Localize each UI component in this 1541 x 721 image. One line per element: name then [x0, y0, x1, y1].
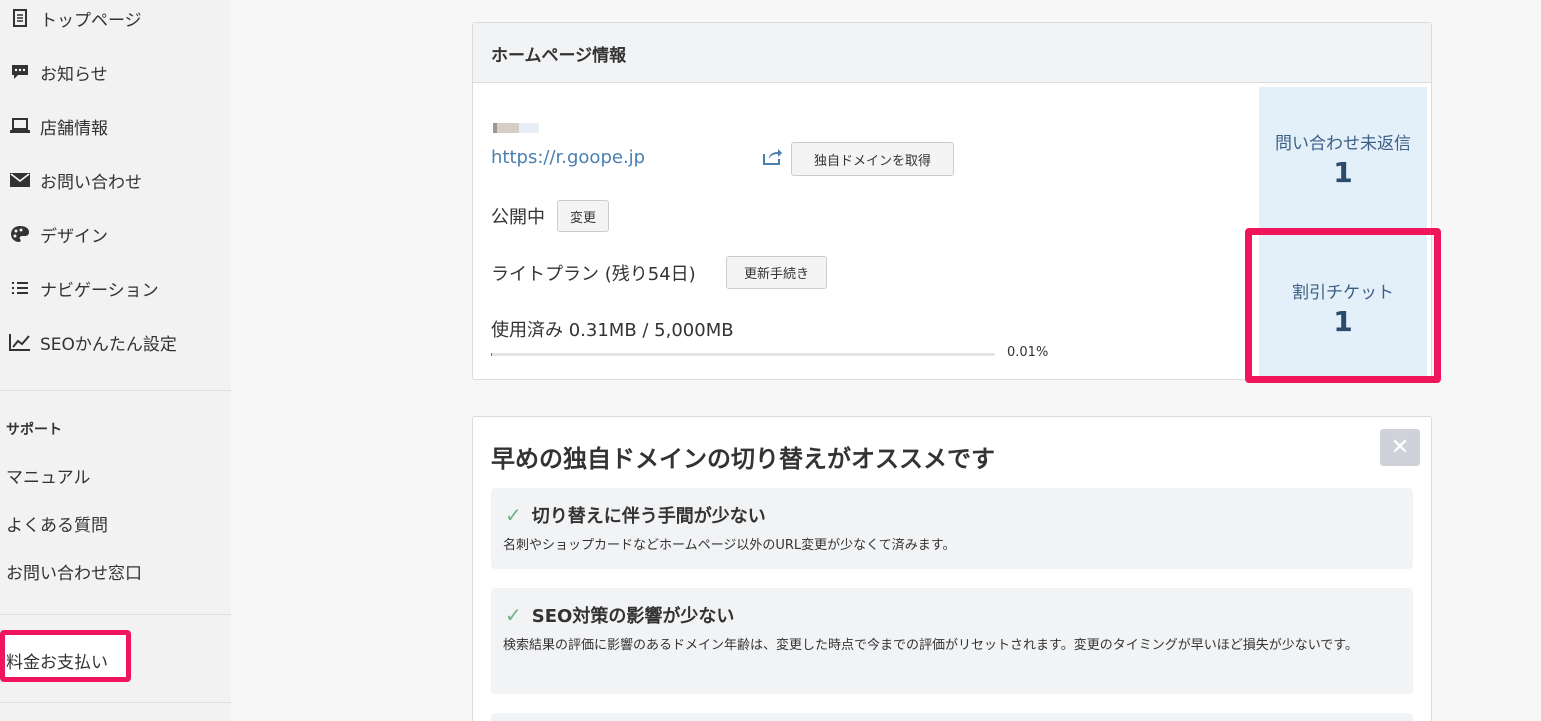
nav-item-seo-settings[interactable]: SEOかんたん設定: [8, 327, 177, 357]
stat-label: 問い合わせ未返信: [1275, 134, 1411, 154]
recommendation-card: [491, 713, 1413, 721]
laptop-icon: [8, 116, 32, 136]
storage-percent: 0.01%: [1007, 345, 1049, 360]
card-description: 名刺やショップカードなどホームページ以外のURL変更が少なくて済みます。: [503, 538, 956, 553]
palette-icon: [8, 224, 32, 244]
storage-progress-fill: [491, 353, 492, 356]
card-title-text: SEO対策の影響が少ない: [531, 606, 735, 627]
discount-ticket-stat[interactable]: 割引チケット 1: [1259, 232, 1427, 376]
stat-value: 1: [1333, 305, 1353, 338]
nav-item-navigation[interactable]: ナビゲーション: [8, 273, 159, 303]
plan-info: ライトプラン (残り54日): [491, 264, 696, 285]
nav-item-label: ナビゲーション: [40, 280, 159, 301]
sidebar-divider: [0, 390, 231, 391]
list-icon: [8, 278, 32, 298]
change-status-button[interactable]: 変更: [557, 200, 609, 232]
get-domain-button[interactable]: 独自ドメインを取得: [791, 142, 954, 176]
external-link-icon[interactable]: [763, 147, 783, 165]
nav-item-contact[interactable]: お問い合わせ: [8, 165, 142, 195]
panel-header: ホームページ情報: [473, 23, 1431, 83]
panel-title: ホームページ情報: [491, 46, 627, 66]
support-link-contact-window[interactable]: お問い合わせ窓口: [6, 559, 142, 584]
nav-item-store-info[interactable]: 店舗情報: [8, 111, 108, 141]
support-link-faq[interactable]: よくある質問: [6, 511, 108, 536]
support-section-title: サポート: [6, 422, 62, 438]
payment-link[interactable]: 料金お支払い: [6, 648, 108, 673]
storage-progress-bar: [491, 353, 995, 356]
support-link-manual[interactable]: マニュアル: [6, 463, 91, 488]
check-icon: ✓: [505, 503, 522, 527]
card-description: 検索結果の評価に影響のあるドメイン年齢は、変更した時点で今までの評価がリセットさ…: [503, 638, 1359, 653]
chat-icon: [8, 62, 32, 82]
sidebar: トップページ お知らせ 店舗情報 お問い合わせ デザイン ナビゲーション SEO…: [0, 0, 231, 721]
recommendation-title: 早めの独自ドメインの切り替えがオススメです: [491, 445, 995, 473]
storage-usage: 使用済み 0.31MB / 5,000MB: [491, 320, 734, 341]
document-icon: [8, 8, 32, 28]
site-url-link[interactable]: https://r.goope.jp: [491, 147, 645, 168]
nav-item-label: お問い合わせ: [40, 172, 142, 193]
sidebar-divider: [0, 614, 231, 615]
card-title: ✓ 切り替えに伴う手間が少ない: [505, 502, 766, 528]
nav-item-design[interactable]: デザイン: [8, 219, 108, 249]
nav-item-label: SEOかんたん設定: [40, 334, 177, 355]
renew-button[interactable]: 更新手続き: [726, 256, 827, 289]
recommendation-card: ✓ SEO対策の影響が少ない 検索結果の評価に影響のあるドメイン年齢は、変更した…: [491, 588, 1413, 694]
card-title-text: 切り替えに伴う手間が少ない: [531, 506, 766, 527]
stat-value: 1: [1333, 156, 1353, 189]
publish-status: 公開中: [491, 207, 545, 228]
nav-item-news[interactable]: お知らせ: [8, 57, 108, 87]
nav-item-top-page[interactable]: トップページ: [8, 3, 142, 33]
check-icon: ✓: [505, 603, 522, 627]
close-button[interactable]: ✕: [1380, 429, 1420, 466]
sidebar-divider: [0, 702, 231, 703]
card-title: ✓ SEO対策の影響が少ない: [505, 602, 734, 628]
domain-recommendation-panel: 早めの独自ドメインの切り替えがオススメです ✕ ✓ 切り替えに伴う手間が少ない …: [472, 416, 1432, 721]
nav-item-label: 店舗情報: [40, 118, 108, 139]
nav-item-label: トップページ: [40, 10, 142, 31]
nav-item-label: デザイン: [40, 226, 108, 247]
blurred-site-name: [493, 123, 541, 133]
homepage-info-panel: ホームページ情報 https://r.goope.jp 独自ドメインを取得 公開…: [472, 22, 1432, 380]
mail-icon: [8, 170, 32, 190]
recommendation-card: ✓ 切り替えに伴う手間が少ない 名刺やショップカードなどホームページ以外のURL…: [491, 488, 1413, 569]
chart-line-icon: [8, 332, 32, 352]
unreplied-inquiries-stat[interactable]: 問い合わせ未返信 1: [1259, 87, 1427, 231]
nav-item-label: お知らせ: [40, 64, 108, 85]
stat-label: 割引チケット: [1292, 283, 1394, 303]
